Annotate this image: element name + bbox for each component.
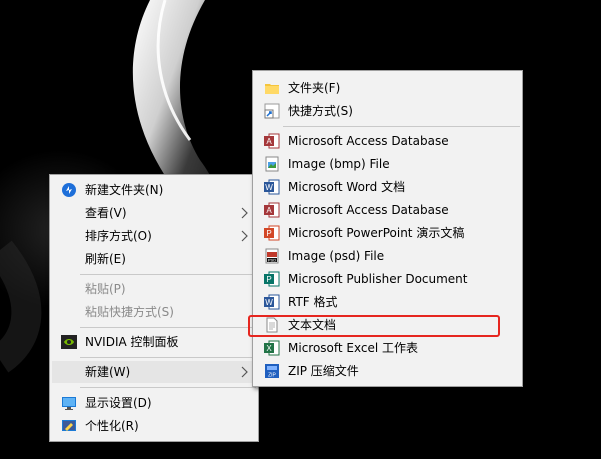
svg-text:X: X (266, 344, 272, 353)
menu-item-display-settings[interactable]: 显示设置(D) (52, 392, 256, 414)
menu-item-personalize[interactable]: 个性化(R) (52, 415, 256, 437)
submenu-item-access-database[interactable]: A Microsoft Access Database (255, 130, 520, 152)
menu-item-label: 新建文件夹(N) (85, 183, 164, 197)
submenu-item-excel[interactable]: X Microsoft Excel 工作表 (255, 337, 520, 359)
submenu-item-publisher[interactable]: P Microsoft Publisher Document (255, 268, 520, 290)
menu-item-label: Microsoft PowerPoint 演示文稿 (288, 226, 465, 240)
rtf-icon: W (264, 294, 280, 310)
submenu-item-bmp-image[interactable]: Image (bmp) File (255, 153, 520, 175)
menu-item-new-folder[interactable]: 新建文件夹(N) (52, 179, 256, 201)
menu-item-label: Microsoft Word 文档 (288, 180, 406, 194)
submenu-item-folder[interactable]: 文件夹(F) (255, 77, 520, 99)
submenu-item-rtf[interactable]: W RTF 格式 (255, 291, 520, 313)
submenu-item-zip[interactable]: ZIP ZIP 压缩文件 (255, 360, 520, 382)
menu-item-new[interactable]: 新建(W) (52, 361, 256, 383)
powerpoint-icon: P (264, 225, 280, 241)
excel-icon: X (264, 340, 280, 356)
menu-item-nvidia-control-panel[interactable]: NVIDIA 控制面板 (52, 331, 256, 353)
chevron-right-icon (240, 230, 248, 242)
new-folder-icon (61, 182, 77, 198)
chevron-right-icon (240, 366, 248, 378)
svg-text:W: W (265, 183, 273, 192)
submenu-item-text-document[interactable]: 文本文档 (255, 314, 520, 336)
menu-item-label: 粘贴(P) (85, 282, 126, 296)
svg-text:P: P (266, 275, 271, 284)
svg-text:A: A (266, 206, 272, 215)
svg-text:A: A (266, 137, 272, 146)
word-icon: W (264, 179, 280, 195)
nvidia-icon (61, 334, 77, 350)
menu-item-sort-by[interactable]: 排序方式(O) (52, 225, 256, 247)
submenu-item-shortcut[interactable]: 快捷方式(S) (255, 100, 520, 122)
submenu-item-access-database-2[interactable]: A Microsoft Access Database (255, 199, 520, 221)
image-file-icon (264, 156, 280, 172)
menu-item-label: Microsoft Access Database (288, 203, 449, 217)
svg-text:W: W (265, 298, 273, 307)
menu-item-label: 刷新(E) (85, 252, 126, 266)
menu-separator (80, 327, 256, 328)
menu-item-refresh[interactable]: 刷新(E) (52, 248, 256, 270)
menu-item-label: Microsoft Publisher Document (288, 272, 468, 286)
svg-text:P: P (266, 229, 271, 238)
chevron-right-icon (240, 207, 248, 219)
desktop-context-menu: 新建文件夹(N) 查看(V) 排序方式(O) 刷新(E) 粘贴(P) 粘贴快捷方… (49, 174, 259, 442)
new-submenu: 文件夹(F) 快捷方式(S) A Microsoft Access Databa… (248, 70, 523, 387)
menu-item-label: Microsoft Access Database (288, 134, 449, 148)
menu-separator (80, 274, 256, 275)
menu-item-paste: 粘贴(P) (52, 278, 256, 300)
zip-icon: ZIP (264, 363, 280, 379)
access-icon: A (264, 133, 280, 149)
menu-item-label: 个性化(R) (85, 419, 139, 433)
menu-item-view[interactable]: 查看(V) (52, 202, 256, 224)
menu-item-label: 粘贴快捷方式(S) (85, 305, 174, 319)
text-document-icon (264, 317, 280, 333)
svg-text:ZIP: ZIP (268, 373, 276, 379)
menu-item-label: NVIDIA 控制面板 (85, 335, 179, 349)
psd-icon: PSD (264, 248, 280, 264)
menu-separator (283, 126, 520, 127)
menu-item-paste-shortcut: 粘贴快捷方式(S) (52, 301, 256, 323)
menu-item-label: Microsoft Excel 工作表 (288, 341, 419, 355)
access-icon: A (264, 202, 280, 218)
personalize-icon (61, 418, 77, 434)
menu-item-label: 文件夹(F) (288, 81, 341, 95)
menu-item-label: 新建(W) (85, 365, 131, 379)
menu-item-label: 文本文档 (288, 318, 337, 332)
submenu-item-powerpoint[interactable]: P Microsoft PowerPoint 演示文稿 (255, 222, 520, 244)
menu-item-label: 查看(V) (85, 206, 127, 220)
submenu-item-psd-image[interactable]: PSD Image (psd) File (255, 245, 520, 267)
menu-item-label: Image (bmp) File (288, 157, 390, 171)
menu-item-label: ZIP 压缩文件 (288, 364, 359, 378)
svg-text:PSD: PSD (268, 258, 276, 263)
menu-item-label: 快捷方式(S) (288, 104, 353, 118)
menu-item-label: 排序方式(O) (85, 229, 152, 243)
submenu-item-word-document[interactable]: W Microsoft Word 文档 (255, 176, 520, 198)
menu-item-label: 显示设置(D) (85, 396, 152, 410)
shortcut-icon (264, 103, 280, 119)
menu-separator (80, 357, 256, 358)
menu-item-label: RTF 格式 (288, 295, 338, 309)
folder-icon (264, 80, 280, 96)
menu-separator (80, 387, 256, 388)
display-settings-icon (61, 395, 77, 411)
menu-item-label: Image (psd) File (288, 249, 385, 263)
publisher-icon: P (264, 271, 280, 287)
